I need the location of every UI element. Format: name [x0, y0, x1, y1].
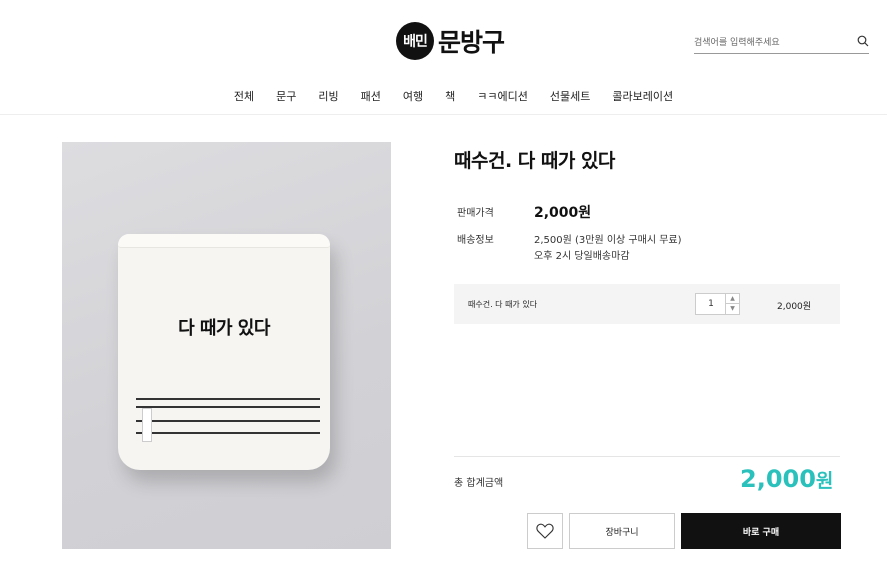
nav-item-gift-set[interactable]: 선물세트	[550, 88, 590, 104]
total-amount-currency: 원	[815, 470, 834, 492]
towel-stripe	[136, 420, 320, 422]
category-nav: 전체 문구 리빙 패션 여행 책 ㅋㅋ에디션 선물세트 콜라보레이션	[0, 88, 887, 104]
nav-item-books[interactable]: 책	[445, 88, 455, 104]
nav-item-kk-edition[interactable]: ㅋㅋ에디션	[477, 88, 528, 104]
nav-item-all[interactable]: 전체	[234, 88, 254, 104]
towel-illustration: 다 때가 있다	[118, 234, 330, 470]
towel-tag	[142, 408, 152, 442]
logo-badge: 배민	[396, 22, 434, 60]
nav-item-living[interactable]: 리빙	[318, 88, 338, 104]
total-amount-number: 2,000	[740, 465, 816, 493]
search-bar	[694, 30, 869, 54]
wishlist-button[interactable]	[527, 513, 563, 549]
shipping-label: 배송정보	[457, 235, 494, 246]
shipping-fee: 2,500원 (3만원 이상 구매시 무료)	[534, 235, 682, 246]
total-amount: 2,000원	[740, 465, 833, 493]
total-divider	[454, 456, 840, 457]
towel-stripe	[136, 432, 320, 434]
quantity-stepper: 1 ▲ ▼	[695, 293, 740, 315]
quantity-input[interactable]: 1	[696, 294, 726, 314]
search-input[interactable]	[694, 32, 844, 54]
product-image: 다 때가 있다	[62, 142, 391, 549]
total-label: 총 합계금액	[454, 478, 504, 489]
nav-item-stationery[interactable]: 문구	[276, 88, 296, 104]
towel-hem	[118, 234, 330, 248]
nav-item-travel[interactable]: 여행	[403, 88, 423, 104]
logo-text: 문방구	[438, 28, 505, 57]
price-label: 판매가격	[457, 208, 494, 219]
shipping-cutoff: 오후 2시 당일배송마감	[534, 251, 630, 262]
towel-stripe	[136, 398, 320, 400]
nav-item-collaboration[interactable]: 콜라보레이션	[612, 88, 673, 104]
towel-stripe	[136, 406, 320, 408]
buy-now-button[interactable]: 바로 구매	[681, 513, 841, 549]
quantity-decrease-button[interactable]: ▼	[725, 304, 739, 314]
heart-icon	[536, 523, 554, 539]
option-price: 2,000원	[777, 302, 812, 312]
add-to-cart-button[interactable]: 장바구니	[569, 513, 675, 549]
brand-logo[interactable]: 배민 문방구	[396, 21, 505, 61]
selected-option: 때수건. 다 때가 있다 1 ▲ ▼ 2,000원	[454, 284, 840, 324]
towel-print-text: 다 때가 있다	[178, 318, 270, 339]
quantity-increase-button[interactable]: ▲	[725, 294, 739, 304]
product-price: 2,000원	[534, 205, 592, 221]
header-divider	[0, 114, 887, 115]
search-icon[interactable]	[857, 35, 869, 47]
option-name: 때수건. 다 때가 있다	[468, 300, 538, 309]
nav-item-fashion[interactable]: 패션	[361, 88, 381, 104]
product-title: 때수건. 다 때가 있다	[454, 150, 615, 172]
